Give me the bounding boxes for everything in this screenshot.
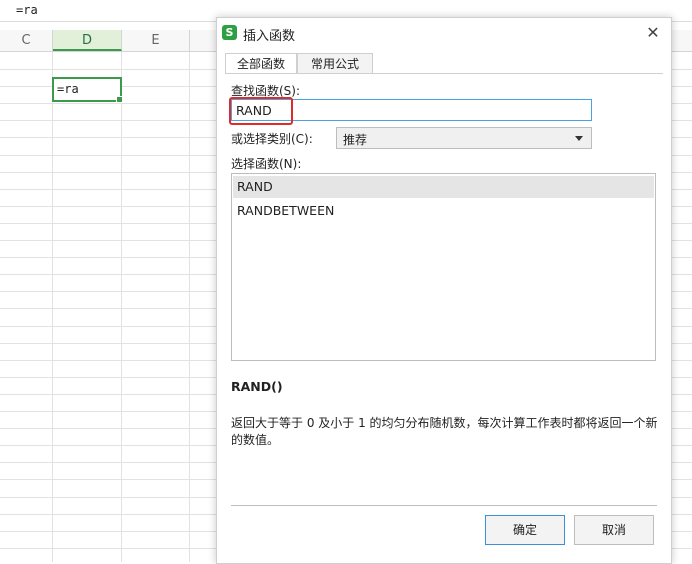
function-description: 返回大于等于 0 及小于 1 的均匀分布随机数，每次计算工作表时都将返回一个新的… <box>231 416 658 447</box>
search-function-input[interactable] <box>231 99 592 121</box>
ok-button[interactable]: 确定 <box>485 515 565 545</box>
wps-app-icon <box>222 25 237 40</box>
close-icon[interactable]: ✕ <box>641 21 665 45</box>
fill-handle[interactable] <box>116 96 123 103</box>
insert-function-dialog: 插入函数 ✕ 全部函数 常用公式 查找函数(S): 或选择类别(C): 推荐 选… <box>216 17 672 564</box>
category-select[interactable]: 推荐 <box>336 127 592 149</box>
tab-divider <box>225 73 663 74</box>
grid-line <box>52 52 53 562</box>
function-item-rand[interactable]: RAND <box>233 176 654 198</box>
footer-divider <box>231 505 657 506</box>
active-cell-d[interactable]: =ra <box>52 77 123 103</box>
formula-text: =ra <box>16 3 38 17</box>
dialog-title-bar[interactable]: 插入函数 ✕ <box>217 18 671 48</box>
tab-common-formulas[interactable]: 常用公式 <box>297 53 373 74</box>
dropdown-arrow-icon <box>575 136 583 141</box>
function-signature: RAND() <box>231 379 283 394</box>
category-value: 推荐 <box>343 133 368 147</box>
column-header-c[interactable]: C <box>0 30 53 51</box>
cell-text: =ra <box>57 82 79 96</box>
tab-all-functions[interactable]: 全部函数 <box>225 53 297 74</box>
column-header-d[interactable]: D <box>53 30 122 51</box>
function-list[interactable]: RAND RANDBETWEEN <box>231 173 656 361</box>
function-item-randbetween[interactable]: RANDBETWEEN <box>233 200 654 222</box>
search-label: 查找函数(S): <box>231 84 301 98</box>
grid-line <box>121 52 122 562</box>
functions-label: 选择函数(N): <box>231 157 302 171</box>
category-label: 或选择类别(C): <box>231 132 313 146</box>
dialog-title: 插入函数 <box>243 29 296 44</box>
cancel-button[interactable]: 取消 <box>574 515 654 545</box>
grid-line <box>189 52 190 562</box>
column-header-e[interactable]: E <box>122 30 190 51</box>
